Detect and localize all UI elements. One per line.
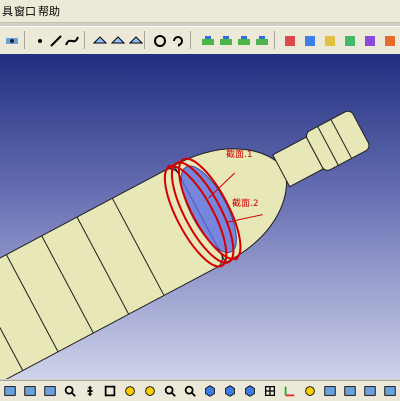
menu-bar: 具 窗口 帮助 [0,0,400,23]
render-icon[interactable] [142,383,158,399]
view-icon[interactable] [322,383,338,399]
color-icon[interactable] [360,31,380,51]
sketch-icon[interactable] [2,31,22,51]
color-icon[interactable] [340,31,360,51]
view-icon[interactable] [362,383,378,399]
view-icon[interactable] [22,383,38,399]
menu-item-tools[interactable]: 具 [2,3,13,19]
surface-icon[interactable] [126,31,146,51]
multi-icon[interactable] [198,31,218,51]
3d-viewport[interactable]: 截面.1 截面.2 [0,54,400,379]
top-toolbar [0,26,400,56]
render-icon[interactable] [122,383,138,399]
view-icon[interactable] [42,383,58,399]
axis-icon[interactable] [282,383,298,399]
multi-icon[interactable] [216,31,236,51]
menu-item-window[interactable]: 窗口 [14,3,36,19]
multi-icon[interactable] [234,31,254,51]
color-icon[interactable] [280,31,300,51]
zoom-icon[interactable] [62,383,78,399]
view-icon[interactable] [342,383,358,399]
zoom-icon[interactable] [162,383,178,399]
section-label-1[interactable]: 截面.1 [226,148,253,160]
toolbar-separator [274,31,275,49]
surface-icon[interactable] [90,31,110,51]
fit-icon[interactable] [102,383,118,399]
toolbar-separator [144,31,145,49]
cube-icon[interactable] [242,383,258,399]
cube-icon[interactable] [222,383,238,399]
zoom-icon[interactable] [182,383,198,399]
part-render: 截面.1 截面.2 [0,110,370,379]
multi-icon[interactable] [252,31,272,51]
color-icon[interactable] [320,31,340,51]
pan-icon[interactable] [82,383,98,399]
bottom-toolbar [0,380,400,401]
toolbar-separator [24,31,25,49]
curve-icon[interactable] [62,31,82,51]
grid-icon[interactable] [262,383,278,399]
view-icon[interactable] [382,383,398,399]
toolbar-separator [84,31,85,49]
view-icon[interactable] [2,383,18,399]
rotate-icon[interactable] [168,31,188,51]
render-icon[interactable] [302,383,318,399]
menu-item-help[interactable]: 帮助 [38,3,60,19]
circle-icon[interactable] [150,31,170,51]
color-icon[interactable] [380,31,400,51]
color-icon[interactable] [300,31,320,51]
surface-icon[interactable] [108,31,128,51]
section-label-2[interactable]: 截面.2 [232,197,259,209]
toolbar-separator [190,31,191,49]
cube-icon[interactable] [202,383,218,399]
